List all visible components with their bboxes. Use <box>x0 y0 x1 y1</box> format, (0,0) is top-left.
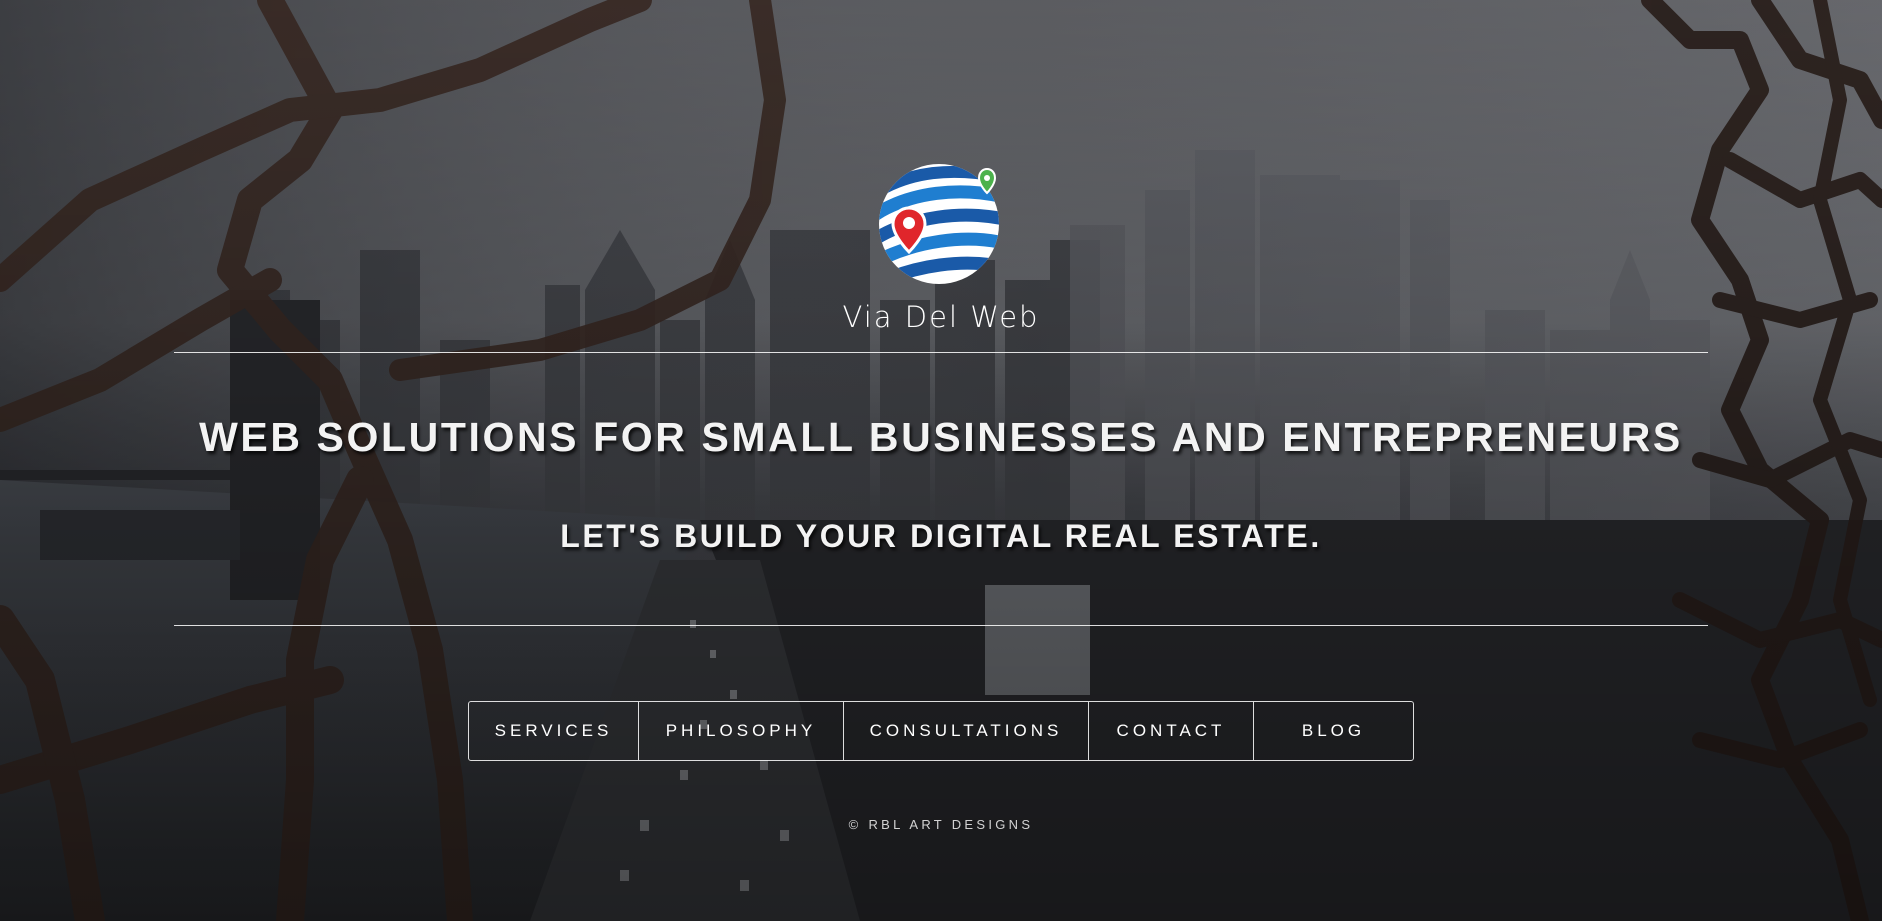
divider-bottom <box>174 625 1708 626</box>
footer-copyright: © RBL ART DESIGNS <box>848 817 1034 832</box>
hero-headline: WEB SOLUTIONS FOR SMALL BUSINESSES AND E… <box>199 414 1683 460</box>
nav-item-consultations[interactable]: CONSULTATIONS <box>844 702 1089 760</box>
hero-subheadline: LET'S BUILD YOUR DIGITAL REAL ESTATE. <box>560 518 1322 554</box>
hero-section: Via Del Web WEB SOLUTIONS FOR SMALL BUSI… <box>0 0 1882 921</box>
globe-with-map-pins-icon[interactable] <box>875 160 1003 288</box>
main-navigation: SERVICES PHILOSOPHY CONSULTATIONS CONTAC… <box>468 701 1414 761</box>
brand-name: Via Del Web <box>842 300 1040 334</box>
nav-item-services[interactable]: SERVICES <box>469 702 639 760</box>
divider-top <box>174 352 1708 353</box>
nav-item-contact[interactable]: CONTACT <box>1089 702 1254 760</box>
nav-item-philosophy[interactable]: PHILOSOPHY <box>639 702 844 760</box>
nav-item-blog[interactable]: BLOG <box>1254 702 1413 760</box>
